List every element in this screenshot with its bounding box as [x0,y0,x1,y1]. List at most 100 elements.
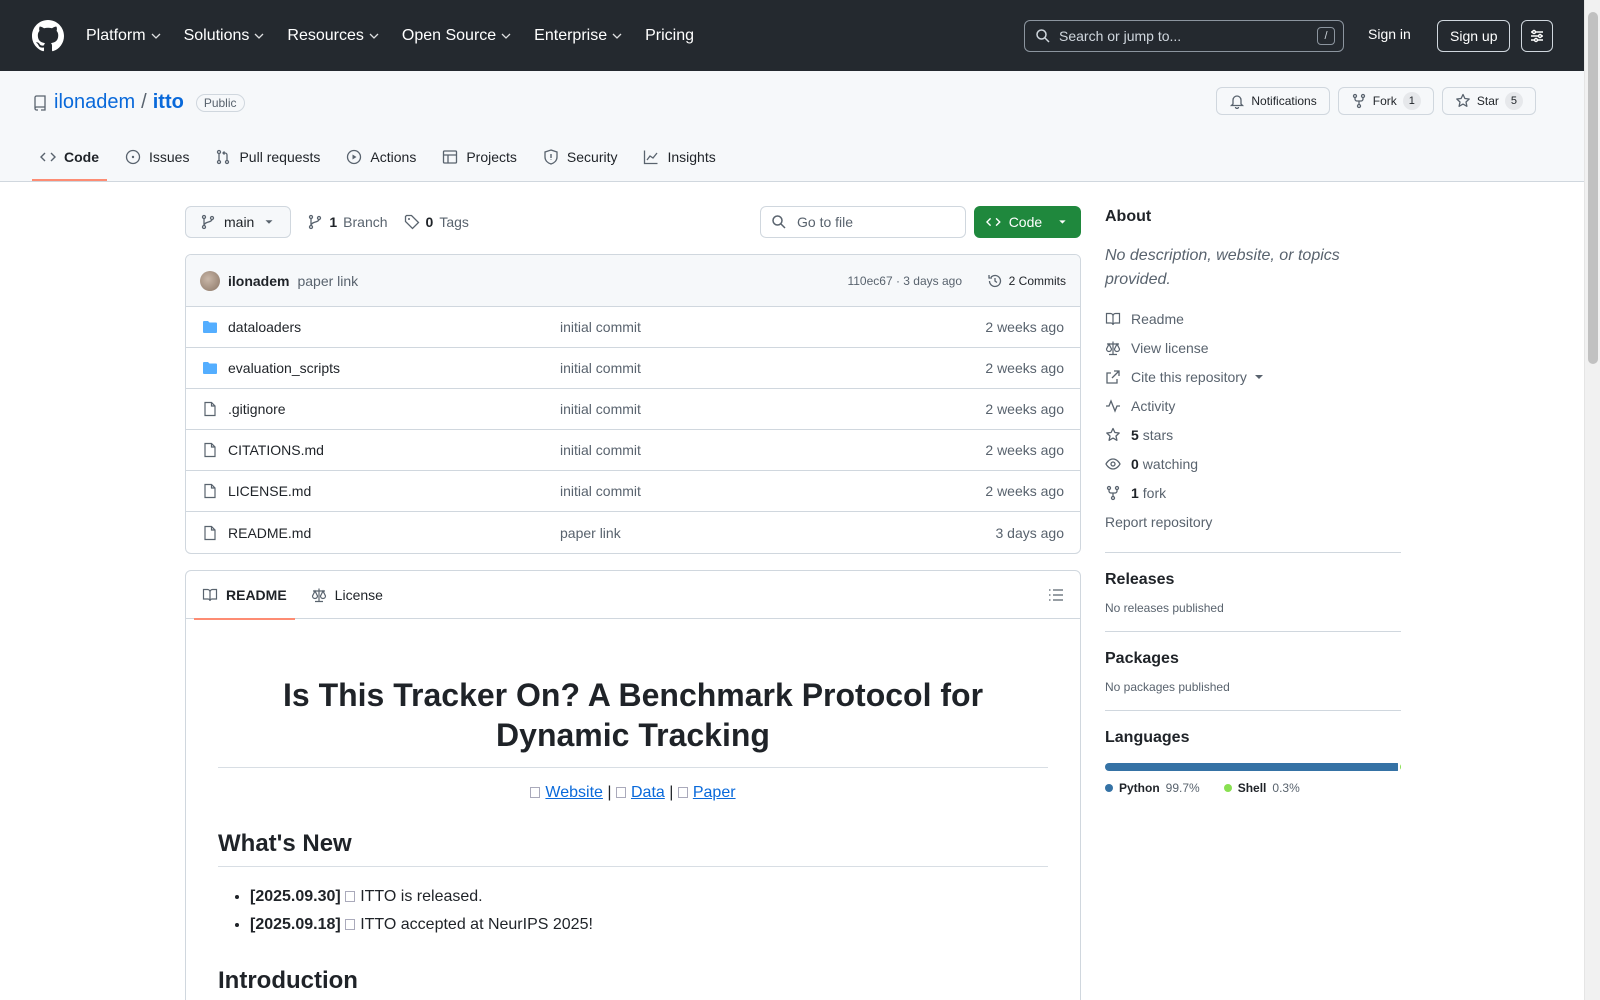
file-name[interactable]: LICENSE.md [228,483,311,499]
file-commit-message[interactable]: initial commit [560,360,641,376]
tab-pull-requests-label: Pull requests [239,149,321,165]
repo-header: ilonadem / itto Public Notifications For… [0,71,1584,182]
file-name[interactable]: README.md [228,525,311,541]
readme-link[interactable]: Readme [1105,304,1401,333]
paper-link[interactable]: Paper [693,784,736,801]
file-name[interactable]: dataloaders [228,319,301,335]
tab-code[interactable]: Code [32,149,107,181]
repo-name-link[interactable]: itto [153,91,184,114]
go-to-file-input[interactable]: Go to file [760,206,966,238]
releases-heading[interactable]: Releases [1105,571,1401,589]
tab-insights-label: Insights [667,149,716,165]
github-logo-icon[interactable] [32,19,64,52]
tab-license[interactable]: License [303,571,391,619]
forks-link[interactable]: 1 fork [1105,478,1401,507]
news-list: [2025.09.30] ITTO is released. [2025.09.… [218,883,1048,939]
global-search-input[interactable]: Search or jump to... / [1024,20,1344,52]
tag-count: 0 [425,214,434,230]
file-commit-message[interactable]: paper link [560,525,621,541]
caret-down-icon [265,220,273,224]
table-row[interactable]: evaluation_scripts initial commit 2 week… [186,348,1080,389]
file-commit-message[interactable]: initial commit [560,319,641,335]
file-name[interactable]: evaluation_scripts [228,360,340,376]
packages-heading[interactable]: Packages [1105,650,1401,668]
emoji-placeholder-icon [345,919,356,930]
stars-link[interactable]: 5 stars [1105,420,1401,449]
table-row[interactable]: README.md paper link 3 days ago [186,512,1080,553]
file-icon [204,483,216,499]
website-link[interactable]: Website [545,784,603,801]
latest-commit-bar: ilonadem paper link 110ec67 · 3 days ago… [186,255,1080,307]
table-row[interactable]: dataloaders initial commit 2 weeks ago [186,307,1080,348]
branch-selector[interactable]: main [185,206,292,238]
list-item: [2025.09.30] ITTO is released. [250,883,1048,911]
language-shell[interactable]: Shell 0.3% [1223,781,1300,795]
file-commit-message[interactable]: initial commit [560,483,641,499]
nav-pricing[interactable]: Pricing [645,27,694,45]
tab-security[interactable]: Security [535,149,626,181]
language-dot [1105,784,1113,792]
code-dropdown-button[interactable]: Code [974,206,1081,238]
tab-readme[interactable]: README [194,571,295,620]
tab-projects-label: Projects [466,149,517,165]
commit-hash-time[interactable]: 110ec67 · 3 days ago [847,274,962,288]
star-button[interactable]: Star 5 [1441,87,1536,115]
sign-up-button[interactable]: Sign up [1437,20,1511,52]
scrollbar-thumb[interactable] [1588,12,1598,364]
file-name[interactable]: .gitignore [228,401,286,417]
nav-solutions[interactable]: Solutions [184,27,266,45]
license-link[interactable]: View license [1105,333,1401,362]
tab-code-label: Code [64,149,99,165]
table-row[interactable]: .gitignore initial commit 2 weeks ago [186,389,1080,430]
report-repository-link[interactable]: Report repository [1105,507,1401,536]
tab-pull-requests[interactable]: Pull requests [207,149,328,181]
nav-open-source[interactable]: Open Source [402,27,512,45]
readme-title: Is This Tracker On? A Benchmark Protocol… [218,675,1048,768]
tab-projects[interactable]: Projects [434,149,525,181]
nav-enterprise[interactable]: Enterprise [534,27,623,45]
activity-link[interactable]: Activity [1105,391,1401,420]
tab-insights[interactable]: Insights [635,149,723,181]
notifications-button[interactable]: Notifications [1216,87,1330,115]
commit-message[interactable]: paper link [297,273,358,289]
commits-link[interactable]: 2 Commits [987,273,1066,289]
watching-count: 0 [1131,455,1139,472]
file-date: 2 weeks ago [985,360,1064,376]
settings-menu-button[interactable] [1521,20,1553,52]
file-name[interactable]: CITATIONS.md [228,442,324,458]
watching-link[interactable]: 0 watching [1105,449,1401,478]
nav-platform[interactable]: Platform [86,27,162,45]
search-icon [772,215,786,229]
table-row[interactable]: CITATIONS.md initial commit 2 weeks ago [186,430,1080,471]
language-name: Shell [1237,781,1267,795]
avatar[interactable] [200,270,220,291]
history-icon [988,274,1001,287]
page-scrollbar[interactable] [1584,0,1600,1000]
table-row[interactable]: LICENSE.md initial commit 2 weeks ago [186,471,1080,512]
repo-actions: Notifications Fork 1 Star 5 [1216,87,1536,115]
language-python[interactable]: Python 99.7% [1105,781,1200,795]
go-to-file-placeholder: Go to file [797,214,854,230]
global-nav: Platform Solutions Resources Open Source… [86,27,694,45]
list-icon [1049,589,1063,601]
fork-button[interactable]: Fork 1 [1337,87,1434,115]
tab-actions[interactable]: Actions [338,149,424,181]
data-link[interactable]: Data [631,784,665,801]
commit-author[interactable]: ilonadem [228,273,289,289]
pulse-icon [1106,398,1120,413]
repo-owner-link[interactable]: ilonadem [54,91,135,114]
nav-resources[interactable]: Resources [287,27,379,45]
releases-empty-text: No releases published [1105,601,1224,615]
cite-repository-link[interactable]: Cite this repository [1105,362,1401,391]
file-date: 2 weeks ago [985,401,1064,417]
news-text: ITTO accepted at NeurIPS 2025! [360,916,593,933]
tab-issues[interactable]: Issues [117,149,197,181]
file-commit-message[interactable]: initial commit [560,401,641,417]
outline-button[interactable] [1048,587,1064,603]
star-counter: 5 [1504,92,1523,110]
file-commit-message[interactable]: initial commit [560,442,641,458]
sign-in-link[interactable]: Sign in [1368,26,1411,42]
tags-link[interactable]: 0 Tags [404,214,469,230]
stars-label: stars [1142,426,1174,443]
branches-link[interactable]: 1 Branch [307,214,388,230]
